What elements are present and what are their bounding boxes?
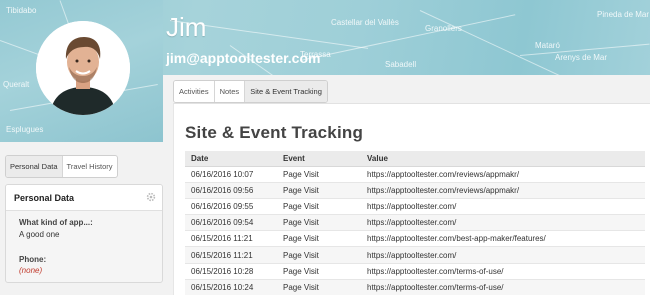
column-header-event[interactable]: Event (277, 151, 361, 167)
map-label: Esplugues (6, 125, 44, 134)
personal-data-card: Personal Data What kind of app...: A goo… (5, 184, 163, 283)
cell-value: https://apptooltester.com/ (361, 246, 645, 264)
cell-value: https://apptooltester.com/best-app-maker… (361, 230, 645, 248)
map-label: Mataró (535, 41, 560, 50)
cell-date: 06/16/2016 10:07 (185, 166, 277, 183)
personal-data-header: Personal Data (6, 185, 162, 211)
cell-date: 06/16/2016 09:56 (185, 182, 277, 199)
cell-event: Page Visit (277, 246, 361, 264)
table-row[interactable]: 06/16/2016 09:54 Page Visit https://apptoo… (185, 214, 645, 232)
map-label: Tibidabo (6, 6, 37, 15)
tracking-table: Date Event Value 06/16/2016 10:07 Page Vi… (185, 151, 645, 295)
table-row[interactable]: 06/15/2016 11:21 Page Visit https://apptoo… (185, 246, 645, 264)
tab-notes[interactable]: Notes (214, 81, 246, 102)
table-header-row: Date Event Value (185, 151, 645, 167)
cell-event: Page Visit (277, 166, 361, 183)
cell-event: Page Visit (277, 198, 361, 216)
cell-event: Page Visit (277, 182, 361, 199)
tab-site-event-tracking[interactable]: Site & Event Tracking (245, 81, 327, 102)
table-row[interactable]: 06/16/2016 09:56 Page Visit https://apptoo… (185, 182, 645, 199)
section-title: Site & Event Tracking (185, 123, 364, 142)
cell-date: 06/15/2016 11:21 (185, 246, 277, 264)
cell-event: Page Visit (277, 230, 361, 248)
map-label: Pineda de Mar (597, 10, 650, 19)
user-name: Jim (166, 12, 207, 42)
column-header-value[interactable]: Value (361, 151, 645, 167)
column-header-date[interactable]: Date (185, 151, 277, 167)
user-email[interactable]: jim@apptooltester.com (166, 50, 320, 66)
cell-date: 06/15/2016 11:21 (185, 230, 277, 248)
tab-travel-history[interactable]: Travel History (63, 156, 117, 177)
avatar (36, 21, 130, 115)
field-label-phone: Phone: (19, 255, 47, 264)
map-label: Castellar del Vallès (331, 18, 399, 27)
personal-data-title: Personal Data (14, 193, 75, 203)
tab-personal-data[interactable]: Personal Data (6, 156, 63, 177)
field-value-phone[interactable]: (none) (19, 266, 42, 275)
tab-activities[interactable]: Activities (174, 81, 215, 102)
cell-value: https://apptooltester.com/ (361, 214, 645, 232)
map-label: Arenys de Mar (555, 53, 608, 62)
cell-value: https://apptooltester.com/terms-of-use/ (361, 279, 645, 295)
field-label-app-kind: What kind of app...: (19, 218, 93, 227)
cell-value: https://apptooltester.com/ (361, 198, 645, 216)
cell-date: 06/15/2016 10:28 (185, 263, 277, 280)
cell-event: Page Visit (277, 214, 361, 232)
field-value-app-kind[interactable]: A good one (19, 230, 59, 239)
table-row[interactable]: 06/15/2016 10:28 Page Visit https://apptoo… (185, 263, 645, 280)
map-label: Sabadell (385, 60, 417, 69)
cell-value: https://apptooltester.com/reviews/appmak… (361, 182, 645, 199)
cell-value: https://apptooltester.com/reviews/appmak… (361, 166, 645, 183)
table-row[interactable]: 06/16/2016 09:55 Page Visit https://apptoo… (185, 198, 645, 216)
avatar-photo (36, 21, 130, 115)
table-row[interactable]: 06/15/2016 10:24 Page Visit https://apptoo… (185, 279, 645, 295)
tracking-panel: Site & Event Tracking Date Event Value 0… (173, 103, 650, 295)
tracking-table-body: 06/16/2016 10:07 Page Visit https://apptoo… (185, 166, 645, 295)
side-tabs: Personal Data Travel History (5, 155, 118, 178)
table-row[interactable]: 06/16/2016 10:07 Page Visit https://apptoo… (185, 166, 645, 183)
cell-date: 06/15/2016 10:24 (185, 279, 277, 295)
gear-icon[interactable] (146, 192, 156, 202)
main-tabs: Activities Notes Site & Event Tracking (173, 80, 328, 103)
map-label: Queralt (3, 80, 30, 89)
cell-event: Page Visit (277, 263, 361, 280)
cell-event: Page Visit (277, 279, 361, 295)
cell-date: 06/16/2016 09:54 (185, 214, 277, 232)
cell-date: 06/16/2016 09:55 (185, 198, 277, 216)
table-row[interactable]: 06/15/2016 11:21 Page Visit https://apptoo… (185, 230, 645, 248)
cell-value: https://apptooltester.com/terms-of-use/ (361, 263, 645, 280)
map-label: Granollers (425, 24, 462, 33)
